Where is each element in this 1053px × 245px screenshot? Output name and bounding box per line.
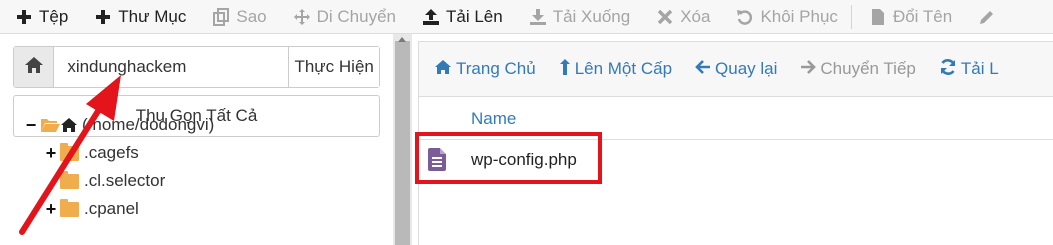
tree-item-cpanel[interactable]: + .cpanel [44, 196, 139, 222]
arrow-right-icon [800, 59, 817, 80]
highlight-box [415, 132, 602, 184]
rename-button[interactable]: Đổi Tên [854, 0, 963, 33]
copy-icon [212, 7, 230, 26]
name-column-header[interactable]: Name [471, 109, 516, 129]
scrollbar-thumb[interactable] [395, 41, 410, 245]
tree-item-label: .cl.selector [84, 171, 166, 190]
tree-item-label: .cagefs [84, 143, 139, 162]
new-folder-button[interactable]: Thư Mục [79, 0, 197, 33]
undo-icon [736, 8, 754, 26]
edit-button[interactable] [963, 0, 1013, 33]
upload-button[interactable]: Tải Lên [407, 0, 514, 33]
move-icon [293, 8, 311, 26]
toolbar-divider [850, 4, 852, 29]
home-button[interactable] [14, 47, 55, 87]
pencil-icon [978, 8, 996, 26]
folder-icon [60, 198, 79, 217]
home-icon [434, 59, 452, 80]
restore-button[interactable]: Khôi Phục [721, 0, 849, 33]
new-file-button[interactable]: Tệp [0, 0, 79, 33]
tree-item-cagefs[interactable]: + .cagefs [44, 140, 139, 166]
reload-button[interactable]: Tải L [924, 42, 1007, 96]
forward-button[interactable]: Chuyển Tiếp [785, 42, 923, 96]
close-icon [656, 8, 674, 26]
go-button[interactable]: Thực Hiện [288, 47, 379, 87]
plus-icon [15, 8, 33, 26]
path-bar: Thực Hiện [13, 46, 380, 88]
navigation-bar: Trang Chủ Lên Một Cấp Quay lại Chuyển Ti… [419, 42, 1053, 97]
home-nav-button[interactable]: Trang Chủ [419, 42, 544, 96]
scroll-up-icon[interactable] [398, 37, 406, 42]
level-up-icon [559, 58, 571, 81]
tree-item-root[interactable]: − (/home/dodongvi) [24, 112, 215, 138]
download-button[interactable]: Tải Xuống [514, 0, 642, 33]
copy-button[interactable]: Sao [197, 0, 277, 33]
up-one-level-button[interactable]: Lên Một Cấp [544, 42, 680, 96]
main-toolbar: Tệp Thư Mục Sao Di Chuyển Tải Lên Tải Xu… [0, 0, 1053, 34]
plus-icon [94, 8, 112, 26]
delete-button[interactable]: Xóa [641, 0, 721, 33]
upload-icon [422, 8, 440, 26]
arrow-left-icon [695, 59, 711, 80]
move-button[interactable]: Di Chuyển [278, 0, 407, 33]
back-button[interactable]: Quay lại [680, 42, 785, 96]
download-icon [529, 8, 547, 26]
folder-icon [60, 170, 79, 189]
file-icon [869, 8, 887, 26]
expand-toggle[interactable]: + [44, 143, 58, 164]
collapse-toggle[interactable]: − [24, 115, 38, 136]
folder-open-icon [40, 117, 60, 133]
tree-item-label: (/home/dodongvi) [82, 115, 215, 134]
home-icon [60, 117, 78, 133]
tree-item-label: .cpanel [84, 199, 139, 218]
home-icon [24, 56, 44, 79]
tree-item-cl-selector[interactable]: .cl.selector [44, 168, 165, 194]
folder-icon [60, 142, 79, 161]
expand-toggle[interactable]: + [44, 199, 58, 220]
refresh-icon [939, 58, 957, 81]
path-input[interactable] [54, 47, 289, 87]
